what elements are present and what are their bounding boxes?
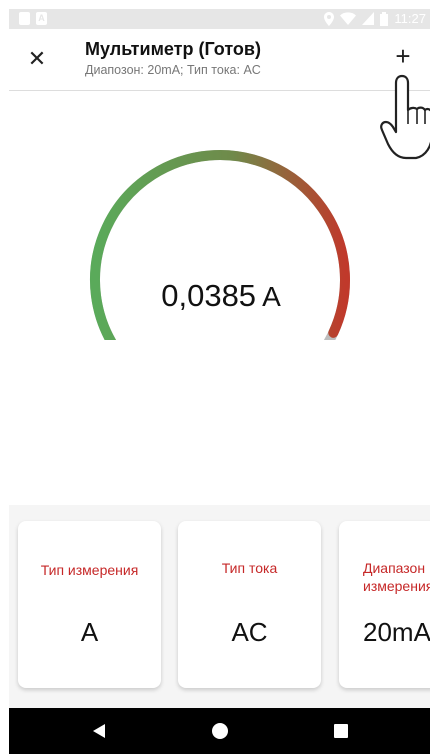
card-value: A xyxy=(80,617,99,647)
plus-icon[interactable]: + xyxy=(390,43,416,69)
status-bar: A 11:27 xyxy=(9,9,430,29)
status-right-icons: 11:27 xyxy=(324,11,426,26)
card-current-type[interactable]: Тип тока AC xyxy=(178,521,321,688)
measurement-unit: A xyxy=(262,281,281,312)
card-label-line2: измерения xyxy=(363,578,430,594)
recent-square-icon[interactable] xyxy=(334,724,348,738)
app-bar: ✕ Мультиметр (Готов) Диапозон: 20mA; Тип… xyxy=(9,29,430,91)
hand-pointer-icon xyxy=(380,74,430,160)
card-value: 20mA xyxy=(363,617,430,647)
system-nav-bar xyxy=(9,708,430,754)
card-value: AC xyxy=(231,617,268,647)
card-measurement-range[interactable]: Диапазон измерения 20mA xyxy=(339,521,430,688)
home-circle-icon[interactable] xyxy=(212,723,228,739)
close-icon[interactable]: ✕ xyxy=(25,47,49,71)
wifi-icon xyxy=(340,12,357,25)
settings-cards-strip: Тип измерения A Тип тока AC Диапазон изм… xyxy=(9,505,430,708)
sd-card-icon xyxy=(19,12,30,25)
back-triangle-icon[interactable] xyxy=(93,724,105,738)
card-label: Тип измерения xyxy=(40,562,139,578)
page-title: Мультиметр (Готов) xyxy=(85,39,261,59)
status-time: 11:27 xyxy=(394,11,426,26)
measurement-readout: 0,0385 A xyxy=(0,278,430,314)
signal-icon xyxy=(362,12,375,25)
page-subtitle: Диапозон: 20mA; Тип тока: AC xyxy=(85,63,261,77)
location-icon xyxy=(324,11,335,26)
status-left-icons: A xyxy=(19,12,47,25)
card-label: Тип тока xyxy=(221,560,278,576)
card-measurement-type[interactable]: Тип измерения A xyxy=(18,521,161,688)
card-label-line1: Диапазон xyxy=(363,560,426,576)
app-bar-titles: Мультиметр (Готов) Диапозон: 20mA; Тип т… xyxy=(85,39,261,77)
a-notification-icon: A xyxy=(36,12,47,25)
card-label: Диапазон измерения xyxy=(363,559,430,595)
measurement-value: 0,0385 xyxy=(161,278,257,313)
battery-icon xyxy=(380,11,389,26)
